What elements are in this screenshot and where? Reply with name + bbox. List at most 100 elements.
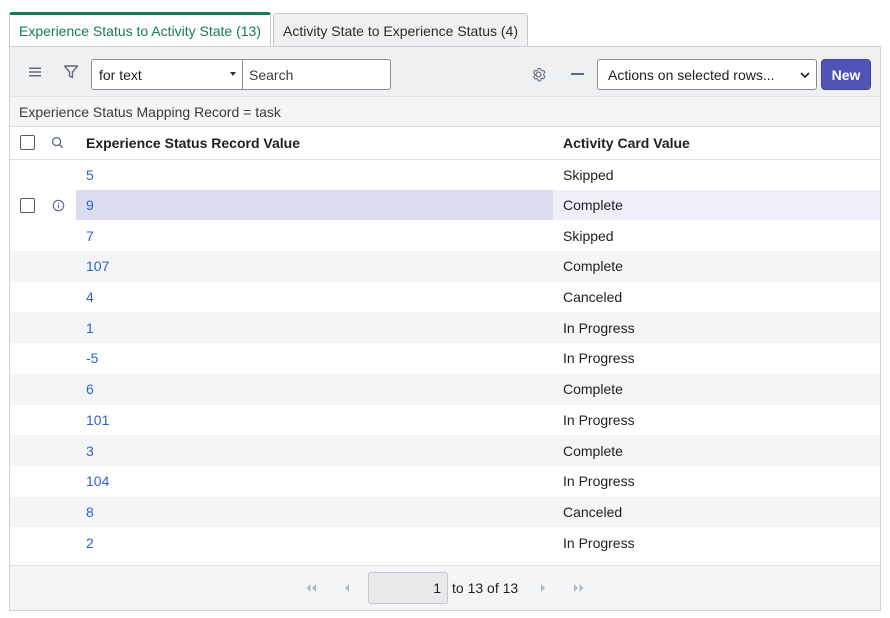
row-select-cell: [10, 497, 46, 528]
record-value-link[interactable]: -5: [86, 350, 98, 366]
activity-card-value-cell: In Progress: [563, 350, 635, 367]
row-info-cell: [46, 527, 76, 558]
info-icon[interactable]: [52, 199, 65, 215]
table-row[interactable]: 6 Complete: [10, 373, 880, 405]
table-row[interactable]: 1 In Progress: [10, 312, 880, 344]
pagination-bar: to 13 of 13: [10, 565, 880, 610]
record-value-link[interactable]: 1: [86, 320, 94, 336]
row-select-cell: [10, 159, 46, 190]
row-info-cell: [46, 312, 76, 343]
column-header-experience-status-record-value[interactable]: Experience Status Record Value: [76, 127, 553, 159]
table-row[interactable]: 2 In Progress: [10, 527, 880, 558]
caret-down-icon: [230, 72, 236, 76]
actions-select-label: Actions on selected rows...: [608, 66, 775, 83]
breadcrumb-condition[interactable]: Experience Status Mapping Record = task: [19, 104, 281, 120]
row-info-cell: [46, 282, 76, 313]
experience-status-value-cell: 1: [76, 312, 553, 343]
experience-status-value-cell: 9: [76, 189, 553, 221]
activity-card-value-cell: Canceled: [563, 503, 623, 520]
table-row[interactable]: -5 In Progress: [10, 343, 880, 374]
activity-card-value-cell: Canceled: [563, 289, 623, 306]
experience-status-value-cell: 8: [76, 497, 553, 528]
table-row[interactable]: 101 In Progress: [10, 405, 880, 436]
experience-status-value-cell: 3: [76, 435, 553, 466]
record-value-link[interactable]: 101: [86, 412, 109, 428]
last-page-icon[interactable]: [570, 580, 588, 596]
table-row[interactable]: 107 Complete: [10, 251, 880, 282]
table-header-row: Experience Status Record Value Activity …: [10, 127, 880, 159]
actions-on-selected-rows-select[interactable]: Actions on selected rows...: [597, 59, 817, 90]
table-row[interactable]: 9 Complete: [10, 189, 880, 221]
next-page-icon[interactable]: [534, 580, 552, 596]
row-info-cell: [46, 374, 76, 405]
chevron-down-icon: [799, 68, 811, 84]
activity-card-value-cell: In Progress: [563, 534, 635, 551]
row-select-cell: [10, 374, 46, 405]
gear-icon[interactable]: [524, 59, 552, 89]
experience-status-value-cell: 2: [76, 527, 553, 558]
page-number-input[interactable]: [368, 572, 448, 604]
tab-activity-state-to-experience-status[interactable]: Activity State to Experience Status (4): [273, 13, 529, 47]
table-row[interactable]: 7 Skipped: [10, 220, 880, 251]
tab-label: Activity State to Experience Status (4): [283, 22, 519, 39]
row-select-cell: [10, 435, 46, 466]
row-select-cell: [10, 251, 46, 282]
row-info-cell: [46, 343, 76, 374]
row-info-cell: [46, 497, 76, 528]
activity-card-value-cell: Complete: [563, 258, 623, 275]
row-info-cell: [46, 466, 76, 497]
row-select-cell: [10, 312, 46, 343]
page-range-text: to 13 of 13: [452, 580, 519, 596]
table-row[interactable]: 5 Skipped: [10, 159, 880, 190]
row-select-cell: [10, 405, 46, 436]
record-value-link[interactable]: 3: [86, 443, 94, 459]
breadcrumb: Experience Status Mapping Record = task: [10, 97, 880, 127]
row-checkbox[interactable]: [20, 197, 35, 213]
column-header-activity-card-value[interactable]: Activity Card Value: [553, 127, 880, 159]
experience-status-value-cell: 107: [76, 251, 553, 282]
record-value-link[interactable]: 9: [86, 197, 94, 213]
table-row[interactable]: 4 Canceled: [10, 282, 880, 313]
activity-card-value-cell: Complete: [563, 442, 623, 459]
first-page-icon[interactable]: [302, 580, 320, 596]
hamburger-menu-icon[interactable]: [24, 61, 46, 83]
search-icon[interactable]: [51, 136, 64, 152]
activity-card-value-cell: In Progress: [563, 319, 635, 336]
record-value-link[interactable]: 4: [86, 289, 94, 305]
filter-icon[interactable]: [60, 61, 82, 83]
table-row[interactable]: 3 Complete: [10, 435, 880, 466]
row-select-cell: [10, 189, 46, 221]
select-all-cell: [10, 127, 46, 159]
tab-experience-status-to-activity-state[interactable]: Experience Status to Activity State (13): [9, 12, 272, 47]
activity-card-value-cell: Skipped: [563, 166, 614, 183]
table-row[interactable]: 104 In Progress: [10, 466, 880, 497]
tab-label: Experience Status to Activity State (13): [19, 23, 262, 39]
record-value-link[interactable]: 5: [86, 167, 94, 183]
previous-page-icon[interactable]: [338, 580, 356, 596]
new-button[interactable]: New: [821, 59, 871, 90]
row-select-cell: [10, 466, 46, 497]
search-field-select[interactable]: for text: [91, 59, 243, 90]
record-value-link[interactable]: 107: [86, 258, 109, 274]
tab-bar: Experience Status to Activity State (13)…: [9, 12, 530, 47]
row-select-cell: [10, 282, 46, 313]
record-value-link[interactable]: 8: [86, 504, 94, 520]
record-value-link[interactable]: 104: [86, 473, 109, 489]
records-table: Experience Status Record Value Activity …: [10, 127, 880, 558]
experience-status-value-cell: 6: [76, 374, 553, 405]
row-info-cell: [46, 159, 76, 190]
record-value-link[interactable]: 6: [86, 381, 94, 397]
experience-status-value-cell: -5: [76, 343, 553, 374]
experience-status-value-cell: 5: [76, 159, 553, 190]
activity-card-value-cell: In Progress: [563, 473, 635, 490]
search-input[interactable]: [242, 59, 391, 90]
row-select-cell: [10, 220, 46, 251]
row-info-cell: [46, 435, 76, 466]
related-list-panel: for text Actions on selected rows... New…: [9, 46, 881, 611]
record-value-link[interactable]: 2: [86, 535, 94, 551]
table-row[interactable]: 8 Canceled: [10, 496, 880, 528]
record-value-link[interactable]: 7: [86, 228, 94, 244]
activity-card-value-cell: Complete: [563, 381, 623, 398]
collapse-minus-icon[interactable]: [566, 60, 588, 88]
select-all-checkbox[interactable]: [20, 135, 35, 151]
